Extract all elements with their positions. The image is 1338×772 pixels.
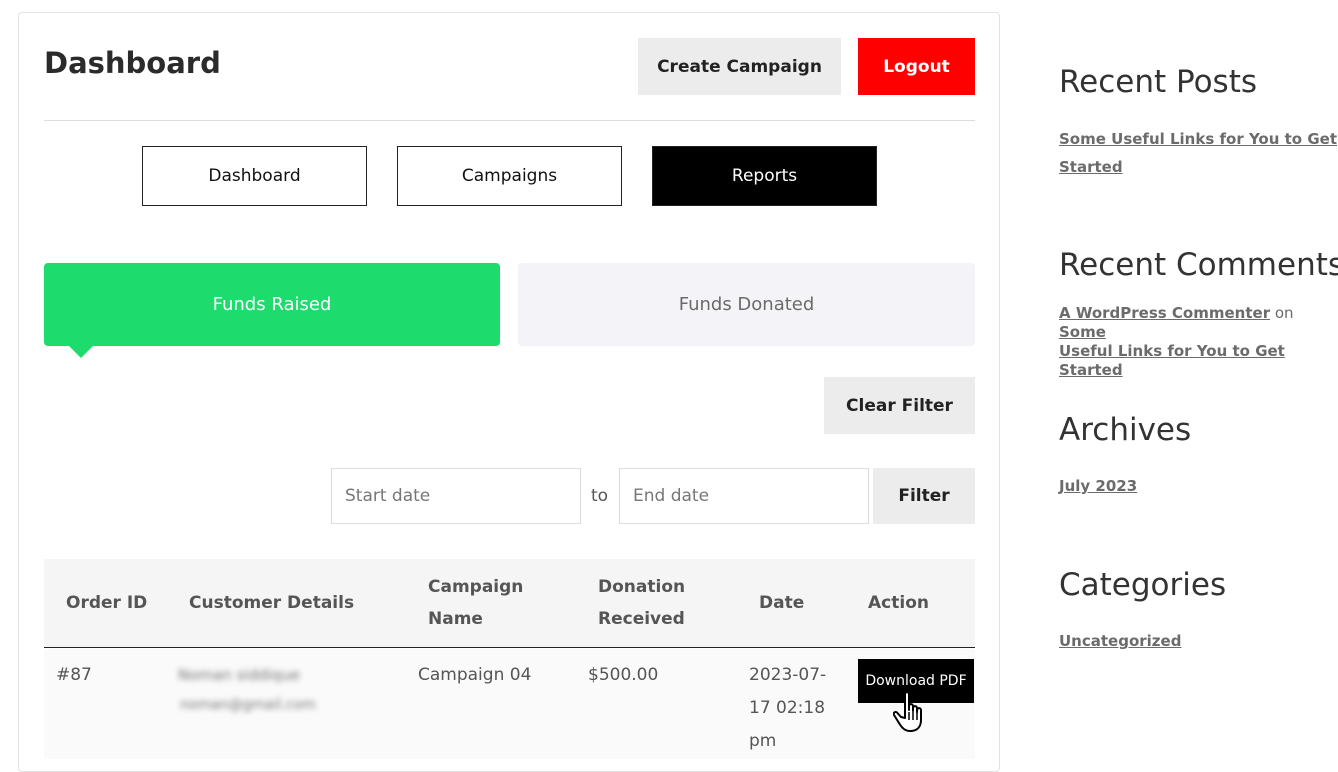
create-campaign-button[interactable]: Create Campaign xyxy=(638,38,841,95)
category-link[interactable]: Uncategorized xyxy=(1059,627,1181,655)
recent-comment-item: A WordPress Commenter on Some Useful Lin… xyxy=(1059,304,1329,380)
comment-on-label: on xyxy=(1274,304,1294,322)
logout-button[interactable]: Logout xyxy=(858,38,975,95)
column-header-donation-received[interactable]: Donation Received xyxy=(598,571,685,635)
filter-button[interactable]: Filter xyxy=(873,468,975,524)
comment-post-link-first[interactable]: Some xyxy=(1059,323,1106,341)
customer-email-cell: noman@gmail.com xyxy=(180,697,316,713)
nav-reports-button[interactable]: Reports xyxy=(652,146,877,206)
start-date-input[interactable] xyxy=(331,468,581,524)
donation-cell: $500.00 xyxy=(588,665,659,685)
column-header-campaign-name[interactable]: Campaign Name xyxy=(428,571,523,635)
nav-campaigns-button[interactable]: Campaigns xyxy=(397,146,622,206)
order-id-cell: #87 xyxy=(56,665,92,685)
tab-funds-donated[interactable]: Funds Donated xyxy=(518,263,975,346)
campaign-name-cell: Campaign 04 xyxy=(418,665,532,685)
recent-comments-heading: Recent Comments xyxy=(1059,247,1338,283)
end-date-input[interactable] xyxy=(619,468,869,524)
archives-heading: Archives xyxy=(1059,412,1192,448)
customer-name-cell: Noman siddique xyxy=(178,666,300,684)
table-header: Order ID Customer Details Campaign Name … xyxy=(44,559,975,648)
column-header-date[interactable]: Date xyxy=(759,587,804,619)
nav-dashboard-button[interactable]: Dashboard xyxy=(142,146,367,206)
tab-funds-raised[interactable]: Funds Raised xyxy=(44,263,500,346)
archive-link[interactable]: July 2023 xyxy=(1059,472,1137,500)
column-header-order-id[interactable]: Order ID xyxy=(66,587,147,619)
categories-heading: Categories xyxy=(1059,567,1227,603)
header-divider xyxy=(44,120,975,121)
comment-author-link[interactable]: A WordPress Commenter xyxy=(1059,304,1270,322)
comment-post-link[interactable]: Useful Links for You to Get Started xyxy=(1059,342,1285,379)
hand-cursor-icon xyxy=(893,691,922,732)
page-title: Dashboard xyxy=(44,46,221,80)
date-range-separator: to xyxy=(591,486,609,506)
recent-posts-heading: Recent Posts xyxy=(1059,64,1258,100)
recent-post-link[interactable]: Some Useful Links for You to Get Started xyxy=(1059,125,1337,181)
table-row: #87 Noman siddique noman@gmail.com Campa… xyxy=(44,649,975,759)
column-header-action: Action xyxy=(868,593,929,613)
active-tab-pointer xyxy=(69,346,93,358)
date-cell: 2023-07- 17 02:18 pm xyxy=(749,665,827,751)
clear-filter-button[interactable]: Clear Filter xyxy=(824,377,975,434)
column-header-customer-details[interactable]: Customer Details xyxy=(189,587,354,619)
